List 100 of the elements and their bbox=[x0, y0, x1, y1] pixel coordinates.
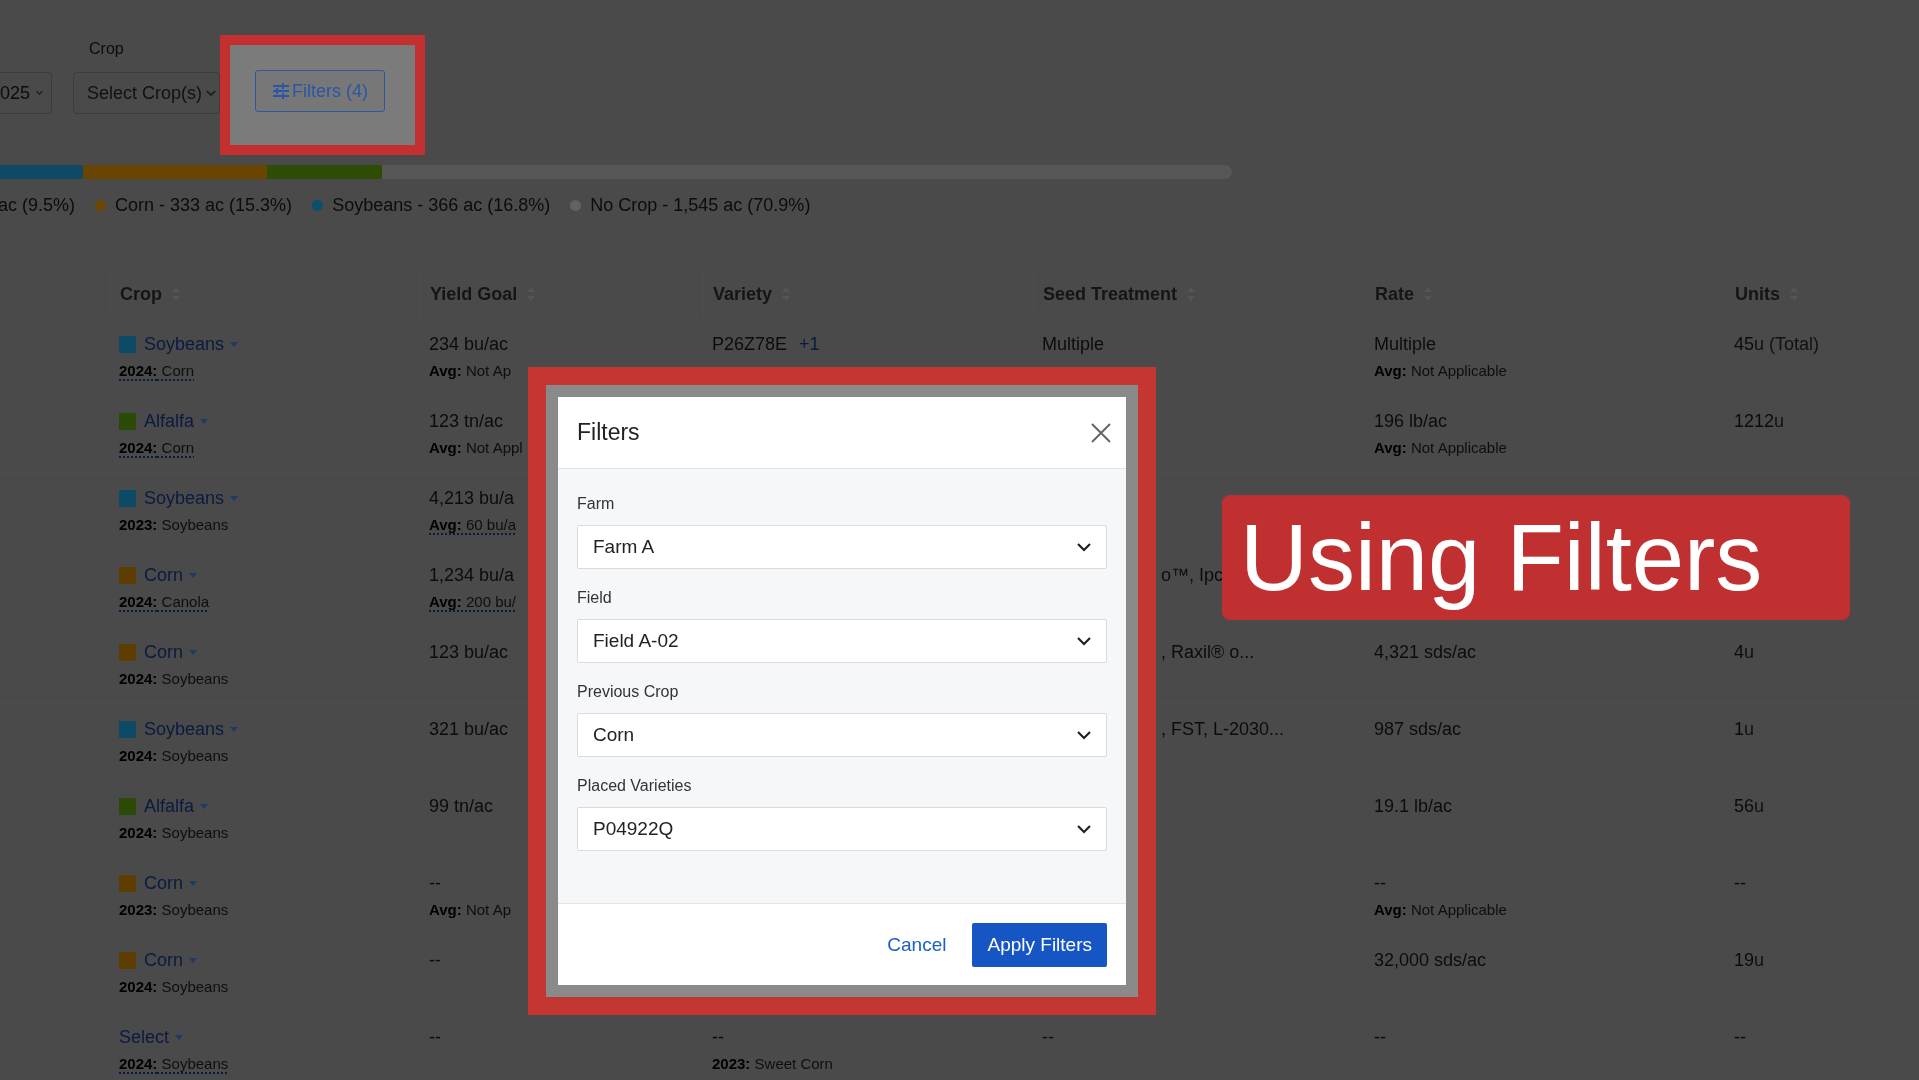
field-label: Previous Crop bbox=[577, 683, 680, 701]
previous-crop: 2024: Corn bbox=[119, 438, 195, 458]
filters-button[interactable]: Filters (4) bbox=[255, 70, 385, 112]
chevron-icon bbox=[206, 89, 217, 97]
sliders-icon bbox=[272, 83, 290, 99]
previous-crop: 2024: Soybeans bbox=[119, 746, 229, 766]
select-field[interactable]: P04922Q bbox=[577, 807, 1107, 851]
chevron-icon bbox=[1077, 730, 1091, 740]
previous-crop: 2024: Soybeans bbox=[119, 1054, 229, 1074]
rate: 32,000 sds/ac bbox=[1374, 949, 1487, 972]
crop-label: Crop bbox=[89, 40, 125, 59]
chevron-icon bbox=[36, 89, 43, 97]
crop-dropdown[interactable]: Corn bbox=[144, 641, 197, 663]
caret-icon bbox=[230, 341, 239, 347]
yield-goal: 234 bu/ac bbox=[429, 333, 509, 356]
legend-label: No Crop - 1,545 ac (70.9%) bbox=[590, 194, 811, 216]
legend-label: Corn - 333 ac (15.3%) bbox=[115, 194, 293, 216]
crop-dropdown[interactable]: Corn bbox=[144, 949, 197, 971]
previous-crop: 2024: Soybeans bbox=[119, 977, 229, 997]
caret-icon bbox=[200, 803, 209, 809]
caret-icon bbox=[230, 495, 239, 501]
caret-icon bbox=[189, 957, 197, 963]
yield-goal: 1,234 bu/a bbox=[429, 564, 515, 587]
units: 1u bbox=[1734, 718, 1755, 741]
caret-icon bbox=[200, 418, 209, 424]
crop-select[interactable]: Select Crop(s) bbox=[73, 72, 220, 114]
seed-treatment: , Raxil® o... bbox=[1161, 641, 1255, 664]
seed-treatment: o™, Ipc bbox=[1161, 564, 1224, 587]
rate-average: Avg: Not Applicable bbox=[1374, 438, 1507, 458]
seed-treatment: -- bbox=[1042, 1026, 1054, 1049]
yield-goal: 321 bu/ac bbox=[429, 718, 509, 741]
chevron-icon bbox=[1077, 636, 1091, 646]
previous-crop: 2024: Soybeans bbox=[119, 823, 229, 843]
units: 45u (Total) bbox=[1734, 333, 1820, 356]
previous-crop: 2023: Soybeans bbox=[119, 515, 229, 535]
units: -- bbox=[1734, 1026, 1746, 1049]
yield-goal: -- bbox=[429, 872, 441, 895]
close-icon[interactable] bbox=[1091, 422, 1111, 443]
rate-average: Avg: Not Applicable bbox=[1374, 900, 1507, 920]
crop-dropdown[interactable]: Soybeans bbox=[144, 333, 239, 355]
cancel-link[interactable]: Cancel bbox=[887, 933, 947, 956]
crop-dropdown[interactable]: Alfalfa bbox=[144, 410, 209, 432]
crop-dropdown[interactable]: Corn bbox=[144, 564, 197, 586]
previous-crop: 2024: Corn bbox=[119, 361, 195, 381]
annotation-label: Using Filters bbox=[1222, 495, 1850, 620]
previous-crop: 2024: Canola bbox=[119, 592, 210, 612]
field-label: Farm bbox=[577, 495, 616, 513]
rate: 19.1 lb/ac bbox=[1374, 795, 1453, 818]
select-field[interactable]: Farm A bbox=[577, 525, 1107, 569]
crop-dropdown[interactable]: Corn bbox=[144, 872, 197, 894]
previous-crop: 2023: Soybeans bbox=[119, 900, 229, 920]
crop-dropdown[interactable]: Soybeans bbox=[144, 487, 239, 509]
caret-icon bbox=[189, 572, 197, 578]
yield-average: Avg: Not Ap bbox=[429, 361, 511, 381]
units: 19u bbox=[1734, 949, 1765, 972]
dialog-title: Filters bbox=[577, 419, 640, 446]
more-link[interactable]: +1 bbox=[799, 333, 820, 355]
caret-icon bbox=[230, 726, 239, 732]
crop-dropdown[interactable]: Select bbox=[119, 1026, 184, 1048]
yield-goal: 123 bu/ac bbox=[429, 641, 509, 664]
yield-goal: 123 tn/ac bbox=[429, 410, 504, 433]
yield-goal: -- bbox=[429, 949, 441, 972]
yield-goal: -- bbox=[429, 1026, 441, 1049]
caret-icon bbox=[175, 1034, 184, 1040]
crop-dropdown[interactable]: Soybeans bbox=[144, 718, 239, 740]
previous-crop: 2024: Soybeans bbox=[119, 669, 229, 689]
seed-treatment: , FST, L-2030... bbox=[1161, 718, 1285, 741]
rate: -- bbox=[1374, 1026, 1386, 1049]
field-label: Field bbox=[577, 589, 613, 607]
variety: P26Z78E bbox=[712, 333, 788, 356]
yield-average: Avg: Not Appl bbox=[429, 438, 523, 458]
rate: 987 sds/ac bbox=[1374, 718, 1462, 741]
chevron-icon bbox=[1077, 542, 1091, 552]
variety-history: 2023: Sweet Corn bbox=[712, 1054, 833, 1074]
seed-treatment: Multiple bbox=[1042, 333, 1105, 356]
units: 4u bbox=[1734, 641, 1755, 664]
crop-dropdown[interactable]: Alfalfa bbox=[144, 795, 209, 817]
season-select[interactable]: 025 bbox=[0, 72, 52, 114]
rate: 4,321 sds/ac bbox=[1374, 641, 1477, 664]
legend-label: Soybeans - 366 ac (16.8%) bbox=[332, 194, 551, 216]
units: -- bbox=[1734, 872, 1746, 895]
caret-icon bbox=[189, 880, 197, 886]
rate: -- bbox=[1374, 872, 1386, 895]
caret-icon bbox=[189, 649, 197, 655]
rate: 196 lb/ac bbox=[1374, 410, 1448, 433]
chevron-icon bbox=[1077, 824, 1091, 834]
yield-average: Avg: 60 bu/a bbox=[429, 515, 516, 535]
apply-button[interactable]: Apply Filters bbox=[972, 922, 1107, 967]
field-label: Placed Varieties bbox=[577, 777, 693, 795]
rate-average: Avg: Not Applicable bbox=[1374, 361, 1507, 381]
select-field[interactable]: Field A-02 bbox=[577, 619, 1107, 663]
variety: -- bbox=[712, 1026, 724, 1049]
rate: Multiple bbox=[1374, 333, 1437, 356]
select-field[interactable]: Corn bbox=[577, 713, 1107, 757]
yield-goal: 4,213 bu/a bbox=[429, 487, 515, 510]
yield-average: Avg: Not Ap bbox=[429, 900, 511, 920]
yield-goal: 99 tn/ac bbox=[429, 795, 494, 818]
units: 1212u bbox=[1734, 410, 1785, 433]
yield-average: Avg: 200 bu/ bbox=[429, 592, 516, 612]
units: 56u bbox=[1734, 795, 1765, 818]
